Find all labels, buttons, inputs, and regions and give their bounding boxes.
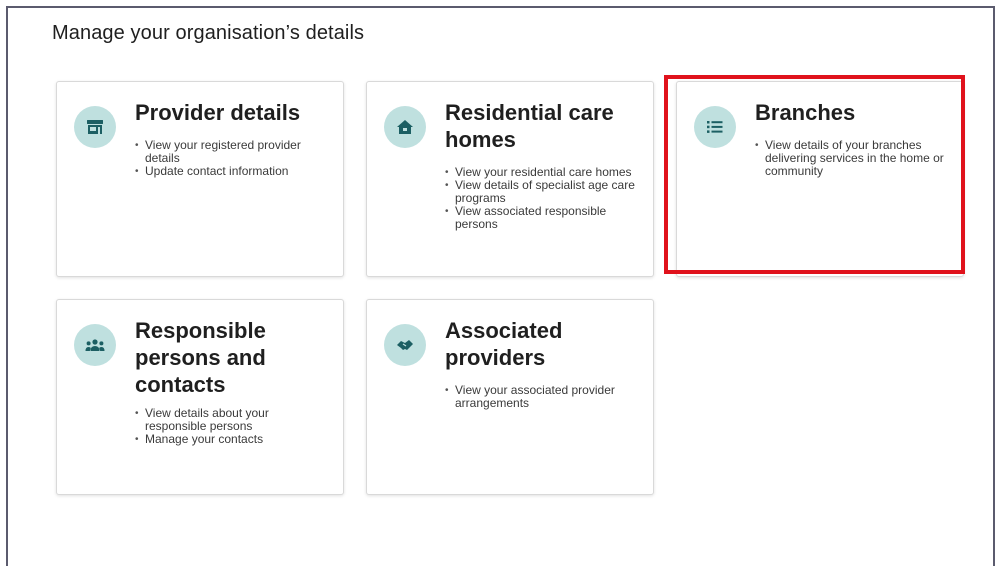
card-title: Branches [755,100,856,125]
card-branches[interactable]: Branches View details of your branches d… [676,81,964,277]
card-residential-care-homes[interactable]: Residential care homes View your residen… [366,81,654,277]
card-provider-details[interactable]: Provider details View your registered pr… [56,81,344,277]
card-title: Responsible persons and contacts [135,318,266,397]
home-icon [384,106,426,148]
card-responsible-persons[interactable]: Responsible persons and contacts View de… [56,299,344,495]
page-title: Manage your organisation’s details [52,22,365,44]
card-title: Associated providers [445,318,563,370]
card-description-list: View details of your branches delivering… [755,139,951,178]
list-item: Update contact information [135,165,331,179]
list-item: View your associated provider arrangemen… [445,384,641,410]
group-icon [74,324,116,366]
card-title: Residential care homes [445,100,614,152]
storefront-icon [74,106,116,148]
list-item: View associated responsible persons [445,205,641,231]
card-title: Provider details [135,100,301,125]
card-associated-providers[interactable]: Associated providers View your associate… [366,299,654,495]
list-item: View details about your responsible pers… [135,407,331,433]
card-description-list: View your registered provider details Up… [135,139,331,179]
list-item: Manage your contacts [135,433,331,447]
card-description-list: View your residential care homes View de… [445,166,641,231]
list-icon [694,106,736,148]
list-item: View details of specialist age care prog… [445,179,641,205]
list-item: View details of your branches delivering… [755,139,951,178]
handshake-icon [384,324,426,366]
list-item: View your registered provider details [135,139,331,165]
card-description-list: View details about your responsible pers… [135,407,331,447]
card-description-list: View your associated provider arrangemen… [445,384,641,410]
